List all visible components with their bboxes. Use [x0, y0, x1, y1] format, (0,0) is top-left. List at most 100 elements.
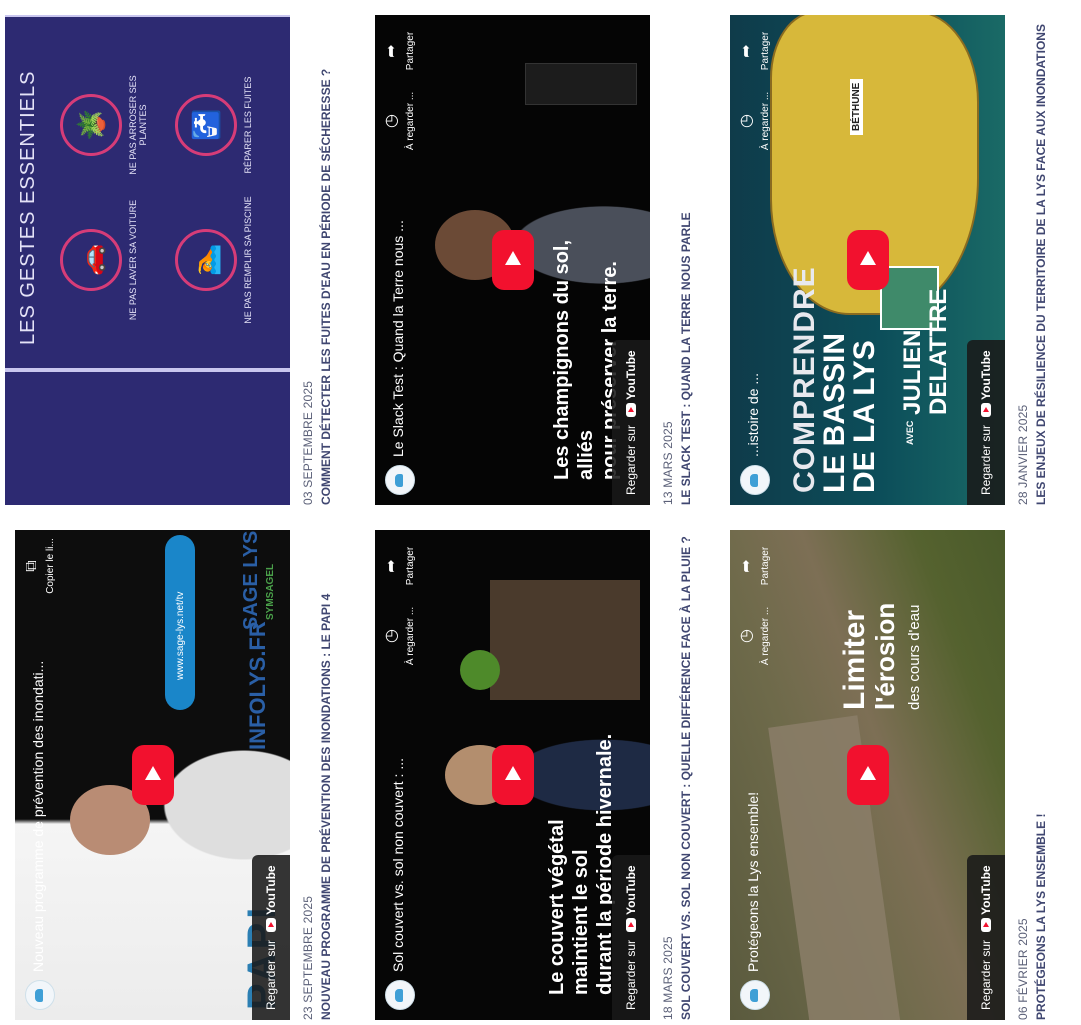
card-title[interactable]: COMMENT DÉTECTER LES FUITES D'EAU EN PÉR…	[318, 5, 334, 505]
logo-symsagel: SYMSAGEL	[265, 563, 276, 620]
video-card-fuites[interactable]: LES GESTES ESSENTIELS 🚗 NE PAS LAVER SA …	[0, 0, 355, 515]
image-gestes-essentiels[interactable]: LES GESTES ESSENTIELS 🚗 NE PAS LAVER SA …	[5, 15, 290, 505]
card-date: 13 MARS 2025	[661, 421, 675, 505]
divider-right	[5, 15, 290, 17]
geste-4: 🚰 RÉPARER LES FUITES	[175, 60, 253, 190]
card-caption: 13 MARS 2025 LE SLACK TEST : QUAND LA TE…	[660, 5, 694, 505]
share-icon: ➦	[738, 44, 755, 58]
youtube-icon	[981, 917, 991, 932]
watch-label: Regarder sur	[979, 424, 993, 495]
video-card-slack-test[interactable]: Les champignons du sol, alliés pour prés…	[360, 0, 710, 515]
video-card-sol-couvert[interactable]: Le couvert végétal maintient le sol dura…	[360, 525, 710, 1025]
card-caption: 06 FÉVRIER 2025 PROTÉGEONS LA LYS ENSEMB…	[1015, 530, 1049, 1020]
card-date: 28 JANVIER 2025	[1016, 404, 1030, 505]
no-pool-icon: 🏊	[175, 229, 237, 291]
logo-sage-lys: SAGE LYS	[240, 530, 262, 630]
video-thumbnail[interactable]: Le couvert végétal maintient le sol dura…	[375, 530, 650, 1020]
youtube-icon	[626, 917, 636, 932]
play-button[interactable]	[131, 745, 174, 805]
channel-avatar[interactable]	[740, 465, 770, 495]
channel-avatar[interactable]	[25, 980, 55, 1010]
geste-label: NE PAS REMPLIR SA PISCINE	[243, 196, 253, 324]
video-title[interactable]: Sol couvert vs. sol non couvert : ...	[390, 758, 406, 972]
video-card-papi4[interactable]: PAPI INFOLYS.FR SAGE LYS SYMSAGEL www.sa…	[0, 525, 355, 1025]
card-title[interactable]: NOUVEAU PROGRAMME DE PRÉVENTION DES INON…	[318, 530, 334, 1020]
overlay-text: COMPRENDRE LE BASSIN DE LA LYS	[788, 266, 881, 493]
youtube-label: YouTube	[979, 865, 993, 915]
play-button[interactable]	[846, 745, 889, 805]
video-card-bassin-lys[interactable]: BÉTHUNE COMPRENDRE LE BASSIN DE LA LYS A…	[715, 0, 1081, 515]
video-title[interactable]: Nouveau programme de prévention des inon…	[30, 661, 46, 972]
watch-later-button[interactable]: ◷ À regarder ...	[738, 606, 771, 666]
card-date: 03 SEPTEMBRE 2025	[301, 380, 315, 505]
card-date: 23 SEPTEMBRE 2025	[301, 895, 315, 1020]
overlay-line: alliés	[575, 429, 597, 480]
watch-later-button[interactable]: ◷ À regarder ...	[383, 606, 416, 666]
channel-avatar[interactable]	[385, 980, 415, 1010]
share-button[interactable]: ➦ Partager	[383, 538, 416, 594]
rotated-page: PAPI INFOLYS.FR SAGE LYS SYMSAGEL www.sa…	[0, 0, 1081, 1025]
watch-later-label: À regarder ...	[405, 91, 416, 151]
watch-later-label: À regarder ...	[405, 606, 416, 666]
copy-link-button[interactable]: ⧉ Copier le li...	[23, 538, 56, 594]
play-button[interactable]	[491, 230, 534, 290]
logo-infolys: INFOLYS.FR	[245, 621, 270, 750]
overlay-text: Limiter l'érosion des cours d'eau	[838, 602, 930, 710]
play-button[interactable]	[846, 230, 889, 290]
url-pill[interactable]: www.sage-lys.net/tv	[165, 535, 195, 710]
no-car-icon: 🚗	[60, 229, 122, 291]
share-button[interactable]: ➦ Partager	[383, 23, 416, 79]
geste-label: NE PAS LAVER SA VOITURE	[128, 199, 138, 321]
watch-on-youtube-button[interactable]: Regarder sur YouTube	[612, 855, 650, 1020]
video-thumbnail[interactable]: BÉTHUNE COMPRENDRE LE BASSIN DE LA LYS A…	[730, 15, 1005, 505]
video-actions: ◷ À regarder ... ➦ Partager	[383, 23, 416, 151]
plant	[460, 650, 500, 690]
watch-later-button[interactable]: ◷ À regarder ...	[738, 92, 771, 150]
clock-icon: ◷	[383, 629, 400, 643]
share-label: Partager	[405, 546, 416, 586]
video-title[interactable]: ...istoire de ...	[745, 373, 761, 457]
card-date: 18 MARS 2025	[661, 936, 675, 1020]
video-title[interactable]: Le Slack Test : Quand la Terre nous ...	[390, 220, 406, 457]
geste-label: NE PAS ARROSER SES PLANTES	[128, 75, 148, 175]
youtube-logo: YouTube	[264, 865, 278, 932]
copy-link-label: Copier le li...	[45, 538, 56, 594]
channel-avatar[interactable]	[385, 465, 415, 495]
faucet-icon: 🚰	[175, 94, 237, 156]
share-button[interactable]: ➦ Partager	[738, 23, 771, 79]
channel-avatar[interactable]	[740, 980, 770, 1010]
video-title[interactable]: Protégeons la Lys ensemble!	[745, 792, 761, 972]
glass-jar	[525, 63, 637, 105]
card-title[interactable]: PROTÉGEONS LA LYS ENSEMBLE !	[1033, 530, 1049, 1020]
share-label: Partager	[405, 31, 416, 71]
watch-on-youtube-button[interactable]: Regarder sur YouTube	[967, 855, 1005, 1020]
geste-label: RÉPARER LES FUITES	[243, 76, 253, 174]
video-actions: ⧉ Copier le li...	[23, 538, 56, 594]
watch-later-label: À regarder ...	[760, 606, 771, 666]
card-title[interactable]: LE SLACK TEST : QUAND LA TERRE NOUS PARL…	[678, 5, 694, 505]
video-thumbnail[interactable]: Les champignons du sol, alliés pour prés…	[375, 15, 650, 505]
card-title[interactable]: LES ENJEUX DE RÉSILIENCE DU TERRITOIRE D…	[1033, 5, 1049, 505]
watch-label: Regarder sur	[264, 939, 278, 1010]
overlay-line: l'érosion	[870, 602, 900, 710]
youtube-label: YouTube	[264, 865, 278, 915]
share-icon: ➦	[383, 559, 400, 573]
watch-on-youtube-button[interactable]: Regarder sur YouTube	[612, 340, 650, 505]
card-title[interactable]: SOL COUVERT VS. SOL NON COUVERT : QUELLE…	[678, 530, 694, 1020]
youtube-label: YouTube	[624, 350, 638, 400]
geste-3: 🏊 NE PAS REMPLIR SA PISCINE	[175, 195, 253, 325]
watch-on-youtube-button[interactable]: Regarder sur YouTube	[252, 855, 290, 1020]
geste-1: 🚗 NE PAS LAVER SA VOITURE	[60, 195, 138, 325]
watch-on-youtube-button[interactable]: Regarder sur YouTube	[967, 340, 1005, 505]
share-button[interactable]: ➦ Partager	[738, 538, 771, 594]
map-label-bethune: BÉTHUNE	[850, 78, 863, 135]
card-caption: 18 MARS 2025 SOL COUVERT VS. SOL NON COU…	[660, 530, 694, 1020]
video-thumbnail[interactable]: Limiter l'érosion des cours d'eau Protég…	[730, 530, 1005, 1020]
video-card-proteger-lys[interactable]: Limiter l'érosion des cours d'eau Protég…	[715, 525, 1081, 1025]
watch-later-button[interactable]: ◷ À regarder ...	[383, 91, 416, 151]
card-date: 06 FÉVRIER 2025	[1016, 918, 1030, 1020]
video-thumbnail[interactable]: PAPI INFOLYS.FR SAGE LYS SYMSAGEL www.sa…	[15, 530, 290, 1020]
play-button[interactable]	[491, 745, 534, 805]
overlay-text: Le couvert végétal maintient le sol dura…	[545, 734, 617, 995]
share-label: Partager	[760, 31, 771, 71]
